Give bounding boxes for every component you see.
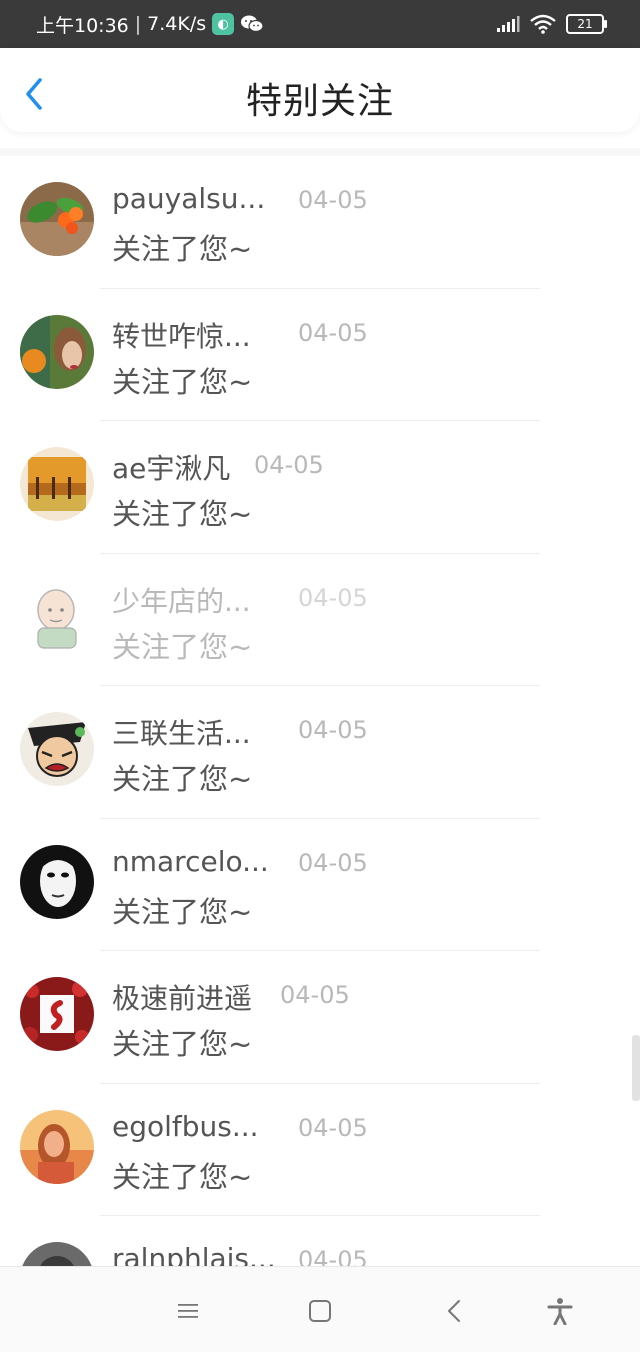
menu-button[interactable] — [168, 1291, 208, 1331]
list-item[interactable]: egolfbus... 04-05 关注了您~ — [0, 1084, 640, 1216]
app-notification-icon: ◐ — [212, 13, 235, 35]
signal-icon — [497, 16, 520, 32]
orange-flower-avatar[interactable] — [20, 182, 94, 256]
girl-sunset-avatar[interactable] — [20, 1109, 94, 1184]
status-time: 上午10:36 — [36, 14, 129, 37]
menu-icon — [178, 1304, 198, 1318]
list-item[interactable]: 极速前进遥 04-05 关注了您~ — [0, 951, 640, 1084]
app-header: 特别关注 — [0, 48, 640, 132]
user-name[interactable]: 极速前进遥 — [112, 977, 252, 1017]
list-item[interactable]: 少年店的... 04-05 关注了您~ — [0, 554, 640, 686]
notification-message: 关注了您~ — [112, 497, 253, 531]
notification-message: 关注了您~ — [112, 1027, 253, 1061]
notification-date: 04-05 — [298, 1113, 368, 1142]
status-bar: 上午10:36 | 7.4K/s ◐ 21 — [0, 0, 640, 48]
notification-message: 关注了您~ — [112, 894, 253, 929]
page-title: 特别关注 — [245, 81, 394, 122]
notification-message: 关注了您~ — [112, 762, 253, 796]
notification-date: 04-05 — [298, 583, 368, 612]
battery-level: 21 — [577, 17, 593, 31]
user-name[interactable]: egolfbus... — [112, 1110, 259, 1143]
list-item[interactable]: ralnphlais... 04-05 — [0, 1216, 640, 1266]
list-item[interactable]: 三联生活... 04-05 关注了您~ — [0, 686, 640, 819]
wechat-icon — [241, 15, 264, 33]
notification-list: pauyalsu... 04-05 关注了您~ 转世咋惊... 04-05 关注… — [0, 156, 640, 1266]
cartoon-face-avatar[interactable] — [20, 712, 94, 786]
notification-message: 关注了您~ — [112, 364, 253, 399]
user-name[interactable]: nmarcelo... — [112, 845, 269, 878]
accessibility-button[interactable] — [540, 1291, 580, 1331]
user-name[interactable]: pauyalsu... — [112, 182, 265, 215]
wifi-icon — [530, 14, 556, 34]
mask-face-avatar[interactable] — [20, 844, 94, 919]
list-item[interactable]: pauyalsu... 04-05 关注了您~ — [0, 156, 640, 289]
notification-date: 04-05 — [298, 186, 368, 214]
user-name[interactable]: ae宇湫凡 — [112, 447, 230, 487]
user-name[interactable]: 三联生活... — [112, 712, 251, 752]
list-item[interactable]: ae宇湫凡 04-05 关注了您~ — [0, 421, 640, 554]
cartoon-bald-avatar[interactable] — [20, 579, 94, 654]
accessibility-icon — [547, 1298, 573, 1325]
notification-message: 关注了您~ — [112, 629, 253, 664]
status-right: 21 — [496, 14, 607, 34]
network-speed: 7.4K/s — [147, 13, 207, 35]
list-item[interactable]: 转世咋惊... 04-05 关注了您~ — [0, 289, 640, 421]
list-item[interactable]: nmarcelo... 04-05 关注了您~ — [0, 819, 640, 951]
home-square-icon — [309, 1300, 331, 1322]
user-name[interactable]: 少年店的... — [112, 580, 251, 620]
autumn-trees-avatar[interactable] — [20, 447, 94, 521]
red-roses-avatar[interactable] — [20, 977, 94, 1051]
scroll-indicator[interactable] — [632, 1035, 640, 1101]
user-name[interactable]: 转世咋惊... — [112, 315, 251, 355]
system-nav-bar — [0, 1266, 640, 1352]
notification-date: 04-05 — [298, 318, 368, 347]
notification-message: 关注了您~ — [112, 1159, 253, 1194]
notification-date: 04-05 — [280, 981, 350, 1009]
home-button[interactable] — [300, 1291, 340, 1331]
battery-icon: 21 — [566, 14, 607, 34]
notification-date: 04-05 — [298, 716, 368, 744]
status-left: 上午10:36 | 7.4K/s ◐ — [36, 11, 264, 38]
back-button[interactable] — [434, 1291, 474, 1331]
user-name[interactable]: ralnphlais... — [112, 1242, 276, 1266]
woman-autumn-avatar[interactable] — [20, 314, 94, 389]
back-triangle-icon — [448, 1300, 460, 1322]
notification-date: 04-05 — [298, 1246, 368, 1266]
notification-message: 关注了您~ — [112, 232, 253, 266]
dark-avatar[interactable] — [20, 1242, 94, 1266]
notification-date: 04-05 — [254, 451, 324, 479]
notification-date: 04-05 — [298, 848, 368, 877]
header-divider — [0, 148, 640, 156]
status-separator: | — [134, 13, 142, 35]
